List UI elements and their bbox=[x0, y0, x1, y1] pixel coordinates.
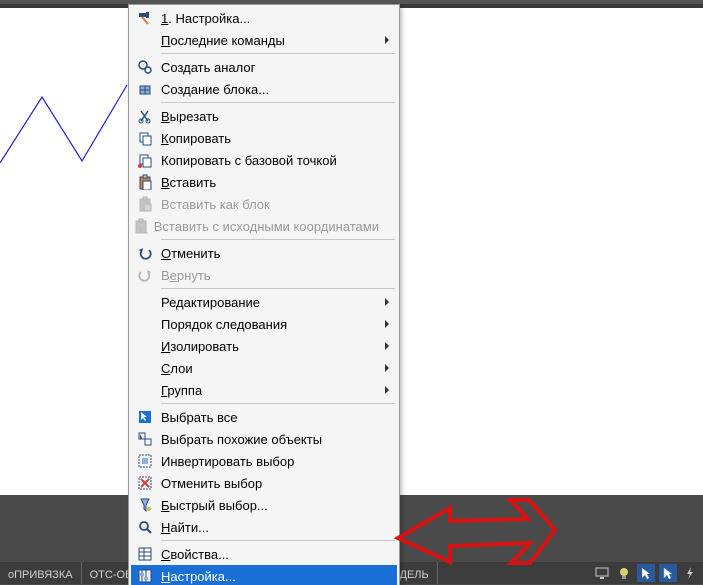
menu-item[interactable]: Инвертировать выбор bbox=[131, 450, 397, 472]
menu-item-label: Вставить bbox=[161, 175, 379, 190]
menu-item[interactable]: Редактирование bbox=[131, 291, 397, 313]
menu-item[interactable]: Вырезать bbox=[131, 105, 397, 127]
block-icon bbox=[133, 78, 157, 100]
menu-item[interactable]: Свойства... bbox=[131, 543, 397, 565]
menu-item[interactable]: Вставить bbox=[131, 171, 397, 193]
copybase-icon bbox=[133, 149, 157, 171]
paste-icon bbox=[133, 171, 157, 193]
menu-separator bbox=[161, 53, 395, 54]
menu-item-label: Выбрать похожие объекты bbox=[161, 432, 379, 447]
cursor2-icon[interactable] bbox=[659, 564, 677, 582]
pasteblock-icon bbox=[133, 193, 157, 215]
menu-item-label: Выбрать все bbox=[161, 410, 379, 425]
blank-icon bbox=[133, 291, 157, 313]
flash-icon[interactable] bbox=[681, 564, 699, 582]
menu-item-label: Отменить bbox=[161, 246, 379, 261]
menu-item-label: Настройка... bbox=[161, 569, 379, 584]
pastecoord-icon bbox=[133, 215, 150, 237]
hammer-icon bbox=[133, 7, 157, 29]
menu-item[interactable]: Создать аналог bbox=[131, 56, 397, 78]
menu-item: Вставить как блок bbox=[131, 193, 397, 215]
status-tab[interactable]: оПРИВЯЗКА bbox=[0, 562, 82, 584]
menu-item-label: Копировать bbox=[161, 131, 379, 146]
menu-item: Вставить с исходными координатами bbox=[131, 215, 397, 237]
selectall-icon bbox=[133, 406, 157, 428]
menu-item[interactable]: Изолировать bbox=[131, 335, 397, 357]
menu-item-label: Слои bbox=[161, 361, 379, 376]
menu-item[interactable]: Последние команды bbox=[131, 29, 397, 51]
menu-item-label: Порядок следования bbox=[161, 317, 379, 332]
menu-item[interactable]: Копировать bbox=[131, 127, 397, 149]
menu-item-label: Копировать с базовой точкой bbox=[161, 153, 379, 168]
polyline-graphic bbox=[0, 8, 130, 208]
menu-item[interactable]: Отменить bbox=[131, 242, 397, 264]
menu-separator bbox=[161, 239, 395, 240]
copy-icon bbox=[133, 127, 157, 149]
cursor-icon[interactable] bbox=[637, 564, 655, 582]
menu-item-label: Создание блока... bbox=[161, 82, 379, 97]
gears-icon bbox=[133, 56, 157, 78]
menu-item[interactable]: Найти... bbox=[131, 516, 397, 538]
menu-item[interactable]: 1. Настройка... bbox=[131, 7, 397, 29]
invert-icon bbox=[133, 450, 157, 472]
menu-item-label: Вставить с исходными координатами bbox=[154, 219, 379, 234]
menu-item[interactable]: Выбрать похожие объекты bbox=[131, 428, 397, 450]
deselect-icon bbox=[133, 472, 157, 494]
menu-item-label: Создать аналог bbox=[161, 60, 379, 75]
find-icon bbox=[133, 516, 157, 538]
menu-item-label: Быстрый выбор... bbox=[161, 498, 379, 513]
menu-item[interactable]: Порядок следования bbox=[131, 313, 397, 335]
menu-item-label: Отменить выбор bbox=[161, 476, 379, 491]
menu-item[interactable]: Создание блока... bbox=[131, 78, 397, 100]
menu-separator bbox=[161, 540, 395, 541]
bulb-icon[interactable] bbox=[615, 564, 633, 582]
selectsimilar-icon bbox=[133, 428, 157, 450]
menu-item-label: Найти... bbox=[161, 520, 379, 535]
status-icons bbox=[593, 562, 703, 584]
menu-item[interactable]: Копировать с базовой точкой bbox=[131, 149, 397, 171]
properties-icon bbox=[133, 543, 157, 565]
cut-icon bbox=[133, 105, 157, 127]
menu-item-label: Вернуть bbox=[161, 268, 379, 283]
quickselect-icon bbox=[133, 494, 157, 516]
menu-item[interactable]: Выбрать все bbox=[131, 406, 397, 428]
menu-separator bbox=[161, 288, 395, 289]
menu-separator bbox=[161, 403, 395, 404]
blank-icon bbox=[133, 335, 157, 357]
menu-separator bbox=[161, 102, 395, 103]
menu-item-label: Последние команды bbox=[161, 33, 379, 48]
menu-item[interactable]: Группа bbox=[131, 379, 397, 401]
menu-item-label: Изолировать bbox=[161, 339, 379, 354]
blank-icon bbox=[133, 379, 157, 401]
blank-icon bbox=[133, 357, 157, 379]
menu-item-label: Вырезать bbox=[161, 109, 379, 124]
menu-item[interactable]: Быстрый выбор... bbox=[131, 494, 397, 516]
menu-item-label: Группа bbox=[161, 383, 379, 398]
menu-item[interactable]: Настройка... bbox=[131, 565, 397, 585]
menu-item-label: Инвертировать выбор bbox=[161, 454, 379, 469]
menu-item[interactable]: Слои bbox=[131, 357, 397, 379]
menu-item-label: Вставить как блок bbox=[161, 197, 379, 212]
menu-item: Вернуть bbox=[131, 264, 397, 286]
blank-icon bbox=[133, 29, 157, 51]
menu-item-label: Свойства... bbox=[161, 547, 379, 562]
redo-icon bbox=[133, 264, 157, 286]
blank-icon bbox=[133, 313, 157, 335]
undo-icon bbox=[133, 242, 157, 264]
menu-item-label: Редактирование bbox=[161, 295, 379, 310]
menu-item-label: 1. Настройка... bbox=[161, 11, 379, 26]
monitor-icon[interactable] bbox=[593, 564, 611, 582]
settings-icon bbox=[133, 565, 157, 585]
context-menu: 1. Настройка... Последние команды Создать … bbox=[128, 4, 400, 585]
menu-item[interactable]: Отменить выбор bbox=[131, 472, 397, 494]
